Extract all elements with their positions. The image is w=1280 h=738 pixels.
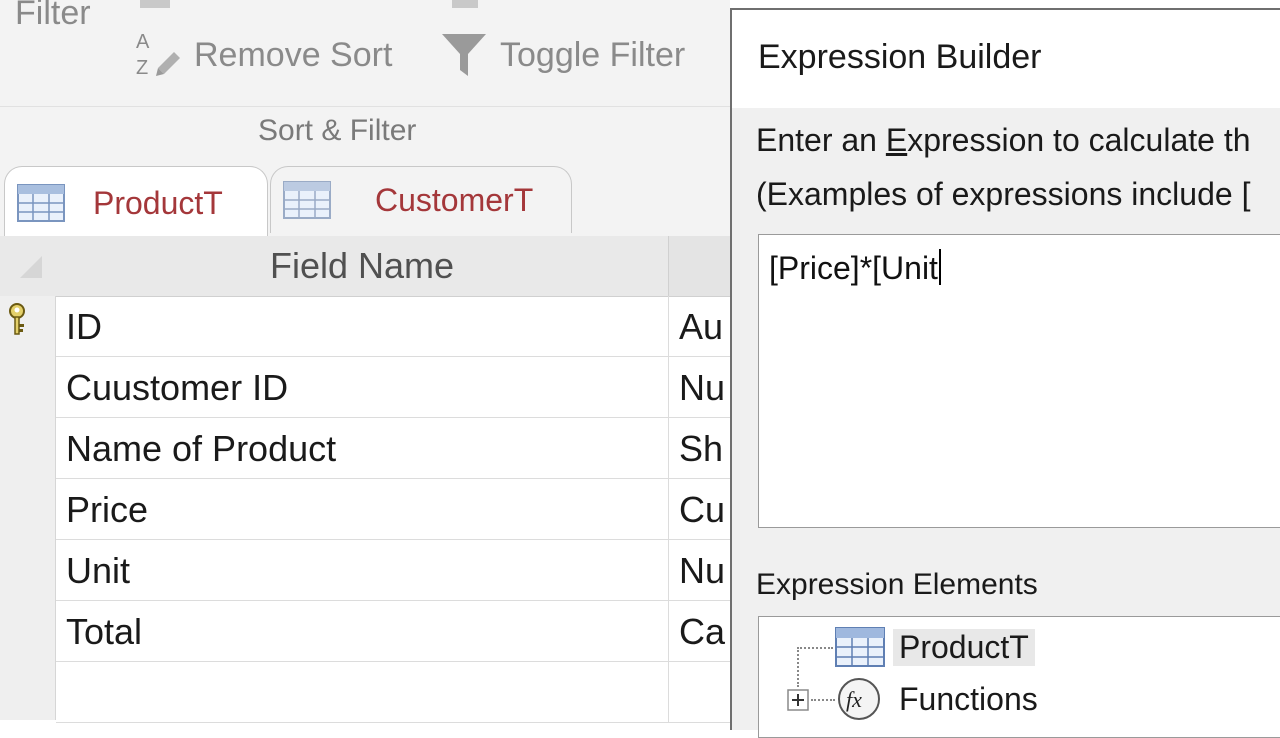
expression-input[interactable]: [Price]*[Unit bbox=[758, 234, 1280, 528]
filter-button[interactable]: Filter bbox=[15, 0, 91, 33]
field-name-cell[interactable]: Cuustomer ID bbox=[66, 357, 288, 417]
tab-productt[interactable]: ProductT bbox=[4, 166, 268, 239]
expression-text: [Price]*[Unit bbox=[769, 249, 941, 287]
field-name-cell[interactable]: Name of Product bbox=[66, 418, 336, 478]
field-name-cell[interactable]: Total bbox=[66, 601, 142, 661]
svg-text:A: A bbox=[136, 31, 150, 53]
table-icon bbox=[283, 181, 331, 219]
sort-az-clear-icon: A Z bbox=[136, 31, 180, 79]
table-icon bbox=[835, 627, 885, 667]
ribbon-clipped-glyph bbox=[452, 0, 478, 8]
ribbon-clipped-glyph bbox=[140, 0, 170, 8]
tree-item-label: Functions bbox=[899, 681, 1038, 717]
table-row[interactable]: Name of Product Sh bbox=[56, 418, 730, 479]
data-type-cell[interactable] bbox=[668, 662, 730, 722]
fx-icon: fx bbox=[838, 678, 880, 720]
column-header-field-name: Field Name bbox=[269, 245, 455, 286]
table-design-grid: Field Name ID Au Cuustomer ID Nu Name of… bbox=[0, 236, 731, 723]
dialog-instruction: Enter an Expression to calculate th bbox=[756, 122, 1251, 158]
expression-elements-label: Expression Elements bbox=[756, 568, 1038, 601]
svg-text:Z: Z bbox=[136, 57, 148, 79]
expression-builder-dialog: Expression Builder Enter an Expression t… bbox=[730, 8, 1280, 738]
data-type-cell[interactable]: Sh bbox=[668, 418, 730, 478]
table-row[interactable]: Unit Nu bbox=[56, 540, 730, 601]
data-type-cell[interactable]: Nu bbox=[668, 357, 730, 417]
table-row[interactable]: Price Cu bbox=[56, 479, 730, 540]
tab-label: ProductT bbox=[93, 184, 223, 221]
primary-key-icon bbox=[9, 303, 25, 335]
tree-connector bbox=[811, 699, 835, 701]
dialog-examples-text: (Examples of expressions include [ bbox=[756, 176, 1251, 212]
dialog-title: Expression Builder bbox=[758, 38, 1042, 76]
funnel-icon bbox=[442, 34, 486, 76]
tab-customert[interactable]: CustomerT bbox=[270, 166, 572, 233]
data-type-cell[interactable]: Cu bbox=[668, 479, 730, 539]
ribbon-divider bbox=[0, 106, 730, 107]
table-row[interactable]: ID Au bbox=[56, 296, 730, 357]
data-type-cell[interactable]: Au bbox=[668, 296, 730, 356]
data-type-cell[interactable]: Ca bbox=[668, 601, 730, 661]
grid-header: Field Name bbox=[0, 236, 731, 297]
ribbon-group-label: Sort & Filter bbox=[258, 114, 417, 147]
remove-sort-button[interactable]: Remove Sort bbox=[194, 36, 392, 75]
text-caret bbox=[938, 249, 941, 285]
dialog-titlebar[interactable]: Expression Builder bbox=[732, 10, 1280, 108]
select-all-corner[interactable] bbox=[20, 256, 42, 278]
ribbon: Filter A Z Remove Sort Toggle Filter Sor… bbox=[0, 0, 730, 161]
field-name-cell[interactable]: Unit bbox=[66, 540, 130, 600]
table-icon bbox=[17, 184, 65, 222]
expand-plus-icon[interactable] bbox=[787, 689, 809, 711]
toggle-filter-button[interactable]: Toggle Filter bbox=[500, 36, 685, 75]
row-selector-column[interactable] bbox=[0, 296, 56, 720]
tree-item-label: ProductT bbox=[893, 629, 1035, 666]
field-name-cell[interactable]: Price bbox=[66, 479, 148, 539]
object-tabs: ProductT CustomerT bbox=[0, 160, 730, 239]
field-name-cell[interactable]: ID bbox=[66, 296, 102, 356]
table-row[interactable]: Cuustomer ID Nu bbox=[56, 357, 730, 418]
tab-label: CustomerT bbox=[375, 181, 534, 218]
tree-item-productt[interactable]: ProductT bbox=[759, 623, 1280, 673]
column-header-data-type bbox=[668, 236, 731, 296]
data-type-cell[interactable]: Nu bbox=[668, 540, 730, 600]
svg-text:fx: fx bbox=[846, 687, 862, 712]
table-row[interactable]: Total Ca bbox=[56, 601, 730, 662]
table-row[interactable] bbox=[56, 662, 730, 723]
tree-item-functions[interactable]: fx Functions bbox=[759, 675, 1280, 725]
